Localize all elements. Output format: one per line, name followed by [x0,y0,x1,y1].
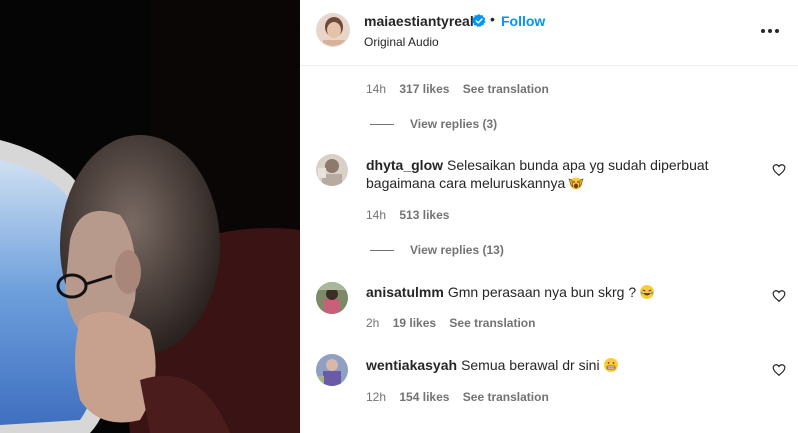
commenter-avatar[interactable] [316,282,348,314]
laughing-emoji [640,285,655,299]
commenter-username[interactable]: dhyta_glow [366,157,443,173]
commenter-username[interactable]: anisatulmm [366,284,444,300]
heart-icon[interactable] [772,289,786,303]
comment-time: 2h [366,316,380,330]
comment-likes[interactable]: 513 likes [399,208,449,222]
raised-hands-face-emoji [568,177,584,190]
heart-icon[interactable] [772,163,786,177]
grimace-emoji [603,358,618,372]
follow-button[interactable]: Follow [501,13,545,29]
heart-icon[interactable] [772,363,786,377]
more-options-icon[interactable] [758,19,782,43]
verified-badge-icon [472,14,486,27]
comment-text: dhyta_glow Selesaikan bunda apa yg sudah … [366,156,761,192]
comment-time: 14h [366,208,387,222]
post-header: maiaestiantyreal • Follow Original Audio [300,0,798,66]
comment-likes[interactable]: 154 likes [399,390,449,404]
view-replies-label: View replies (13) [410,243,504,257]
comment-text: anisatulmm Gmn perasaan nya bun skrg ? [366,283,761,301]
view-replies-button[interactable]: View replies (3) [370,117,497,131]
comments-panel: maiaestiantyreal • Follow Original Audio… [300,0,798,433]
comment-meta: 14h 513 likes [366,208,459,222]
audio-link[interactable]: Original Audio [364,35,439,49]
comment-body-line1: Selesaikan bunda apa yg sudah diperbuat [447,157,709,173]
separator-dot: • [490,11,495,27]
commenter-avatar[interactable] [316,354,348,386]
replies-divider [370,249,394,251]
video-frame-image [0,0,300,433]
comment-time: 12h [366,390,387,404]
comment-time: 14h [366,82,387,96]
view-replies-button[interactable]: View replies (13) [370,243,504,257]
view-replies-label: View replies (3) [410,117,498,131]
see-translation-link[interactable]: See translation [463,82,549,96]
comment-text: wentiakasyah Semua berawal dr sini [366,356,761,374]
see-translation-link[interactable]: See translation [463,390,549,404]
replies-divider [370,123,394,125]
comment-likes[interactable]: 317 likes [399,82,449,96]
comment-meta: 14h 317 likes See translation [366,82,559,96]
author-username[interactable]: maiaestiantyreal [364,13,474,29]
comment-meta: 12h 154 likes See translation [366,390,559,404]
comment-body: Gmn perasaan nya bun skrg ? [447,284,637,300]
comment-body: Semua berawal dr sini [461,357,600,373]
comment-meta: 2h 19 likes See translation [366,316,545,330]
author-avatar[interactable] [316,13,350,47]
see-translation-link[interactable]: See translation [449,316,535,330]
comment-body-line2: bagaimana cara meluruskannya [366,175,566,191]
post-media[interactable] [0,0,300,433]
commenter-avatar[interactable] [316,154,348,186]
comment-likes[interactable]: 19 likes [393,316,436,330]
commenter-username[interactable]: wentiakasyah [366,357,457,373]
